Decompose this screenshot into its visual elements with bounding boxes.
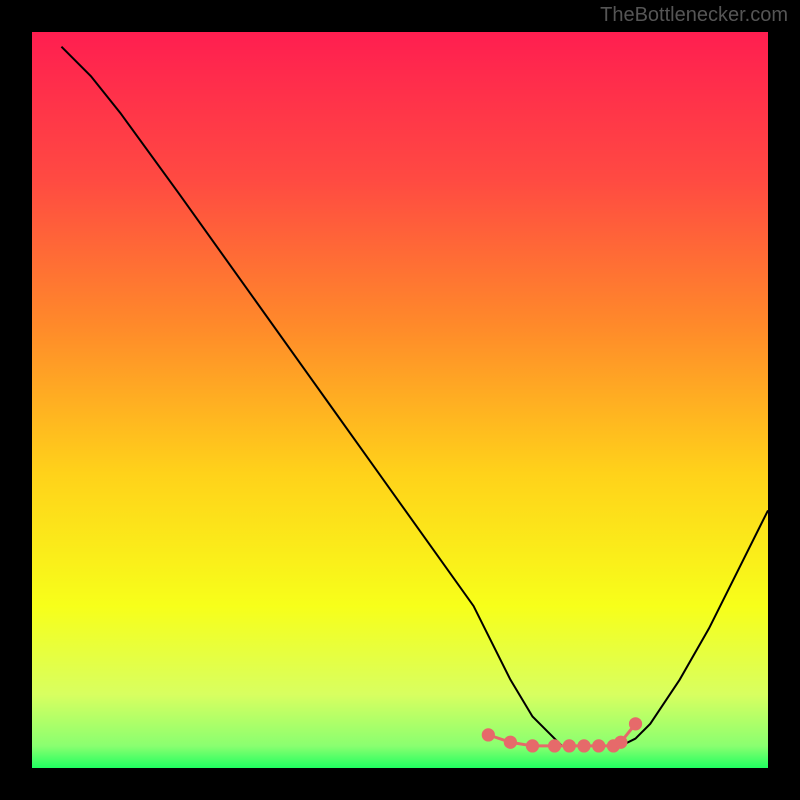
highlight-dot <box>526 739 539 752</box>
chart-curve-layer <box>32 32 768 768</box>
highlight-dot <box>577 739 590 752</box>
highlight-dot <box>548 739 561 752</box>
chart-plot-area <box>32 32 768 768</box>
highlight-points <box>482 717 642 752</box>
highlight-dot <box>592 739 605 752</box>
bottleneck-curve <box>61 47 768 746</box>
highlight-dot <box>614 736 627 749</box>
highlight-dot <box>629 717 642 730</box>
highlight-dot <box>482 728 495 741</box>
highlight-dot <box>504 736 517 749</box>
watermark-text: TheBottlenecker.com <box>600 4 788 27</box>
highlight-dot <box>563 739 576 752</box>
